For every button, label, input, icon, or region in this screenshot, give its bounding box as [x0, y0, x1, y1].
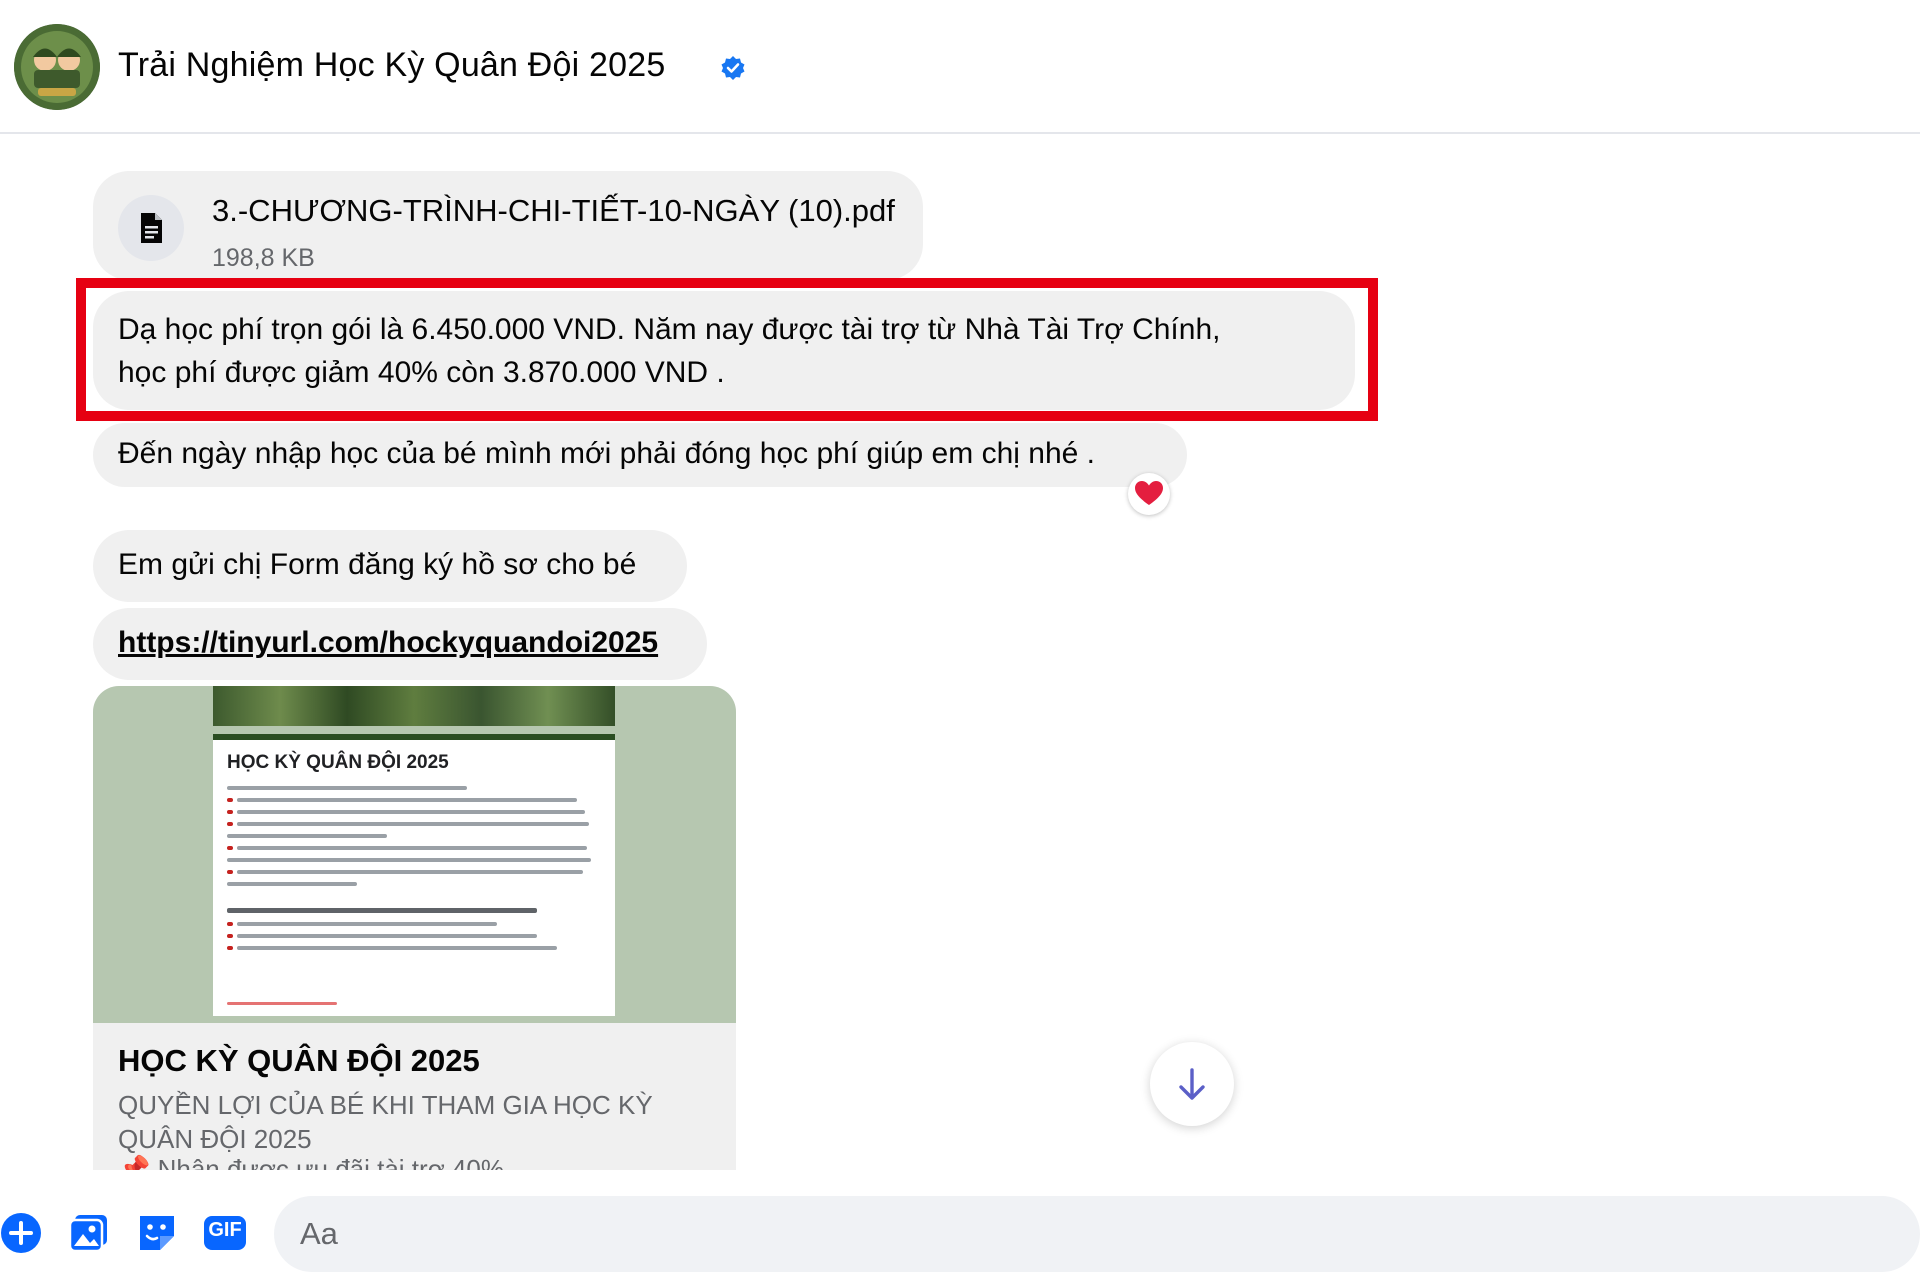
doc-text-line	[227, 908, 537, 913]
doc-text-line	[237, 934, 537, 938]
chat-header: Trải Nghiệm Học Kỳ Quân Đội 2025	[0, 0, 1920, 134]
reminder-text: Đến ngày nhập học của bé mình mới phải đ…	[118, 437, 1095, 470]
soldiers-photo-strip	[213, 686, 615, 726]
doc-bullet-icon	[227, 846, 233, 850]
file-attachment-bubble[interactable]: 3.-CHƯƠNG-TRÌNH-CHI-TIẾT-10-NGÀY (10).pd…	[93, 171, 923, 280]
doc-bullet-icon	[227, 798, 233, 802]
required-note-line	[227, 1002, 337, 1005]
doc-text-line	[227, 786, 467, 790]
link-preview-title[interactable]: HỌC KỲ QUÂN ĐỘI 2025	[118, 1043, 480, 1079]
page-avatar[interactable]	[14, 24, 100, 110]
message-input[interactable]	[274, 1196, 1920, 1272]
scroll-to-bottom-button[interactable]	[1150, 1042, 1234, 1126]
doc-bullet-icon	[227, 822, 233, 826]
heart-reaction-icon	[1135, 481, 1163, 505]
doc-bullet-icon	[227, 946, 233, 950]
doc-text-line	[237, 922, 497, 926]
message-bubble-form[interactable]: Em gửi chị Form đăng ký hồ sơ cho bé	[93, 530, 687, 602]
doc-text-line	[237, 798, 577, 802]
link-preview-image[interactable]: HỌC KỲ QUÂN ĐỘI 2025	[93, 686, 736, 1023]
doc-text-line	[237, 810, 585, 814]
file-icon-container	[118, 195, 184, 261]
message-composer: GIF	[0, 1190, 1920, 1280]
reaction-badge[interactable]	[1128, 473, 1170, 515]
verified-badge-icon	[721, 56, 745, 80]
form-preview-title: HỌC KỲ QUÂN ĐỘI 2025	[227, 752, 449, 773]
file-name[interactable]: 3.-CHƯƠNG-TRÌNH-CHI-TIẾT-10-NGÀY (10).pd…	[212, 189, 895, 232]
message-bubble-link[interactable]: https://tinyurl.com/hockyquandoi2025	[93, 608, 707, 680]
doc-text-line	[237, 846, 587, 850]
doc-text-line	[227, 834, 387, 838]
link-preview-subtitle: QUYỀN LỢI CỦA BÉ KHI THAM GIA HỌC KỲ QUÂ…	[118, 1090, 653, 1154]
page-title[interactable]: Trải Nghiệm Học Kỳ Quân Đội 2025	[118, 46, 666, 85]
arrow-down-icon	[1179, 1068, 1205, 1100]
gif-label: GIF	[208, 1219, 242, 1241]
doc-text-line	[237, 870, 583, 874]
red-highlight-box	[76, 278, 1378, 421]
link-preview-truncated-line: 📌 Nhận được ưu đãi tài trợ 40%	[118, 1154, 505, 1170]
doc-bullet-icon	[227, 934, 233, 938]
doc-bullet-icon	[227, 810, 233, 814]
photo-icon[interactable]	[66, 1210, 112, 1256]
link-preview-card[interactable]: HỌC KỲ QUÂN ĐỘI 2025 HỌC KỲ QUÂN ĐỘI 202…	[93, 686, 736, 1170]
doc-text-line	[237, 946, 557, 950]
registration-link[interactable]: https://tinyurl.com/hockyquandoi2025	[118, 626, 658, 659]
sticker-icon[interactable]	[134, 1210, 180, 1256]
form-preview-document: HỌC KỲ QUÂN ĐỘI 2025	[213, 734, 615, 1016]
doc-text-line	[227, 858, 591, 862]
doc-text-line	[237, 822, 589, 826]
file-size: 198,8 KB	[212, 244, 315, 272]
camp-logo-avatar	[14, 24, 100, 110]
doc-text-line	[227, 882, 357, 886]
doc-bullet-icon	[227, 922, 233, 926]
doc-bullet-icon	[227, 870, 233, 874]
form-text: Em gửi chị Form đăng ký hồ sơ cho bé	[118, 548, 637, 581]
message-bubble-reminder[interactable]: Đến ngày nhập học của bé mình mới phải đ…	[93, 423, 1187, 487]
plus-circle-icon[interactable]	[0, 1210, 46, 1256]
document-icon	[141, 213, 162, 243]
gif-icon[interactable]: GIF	[202, 1210, 248, 1256]
